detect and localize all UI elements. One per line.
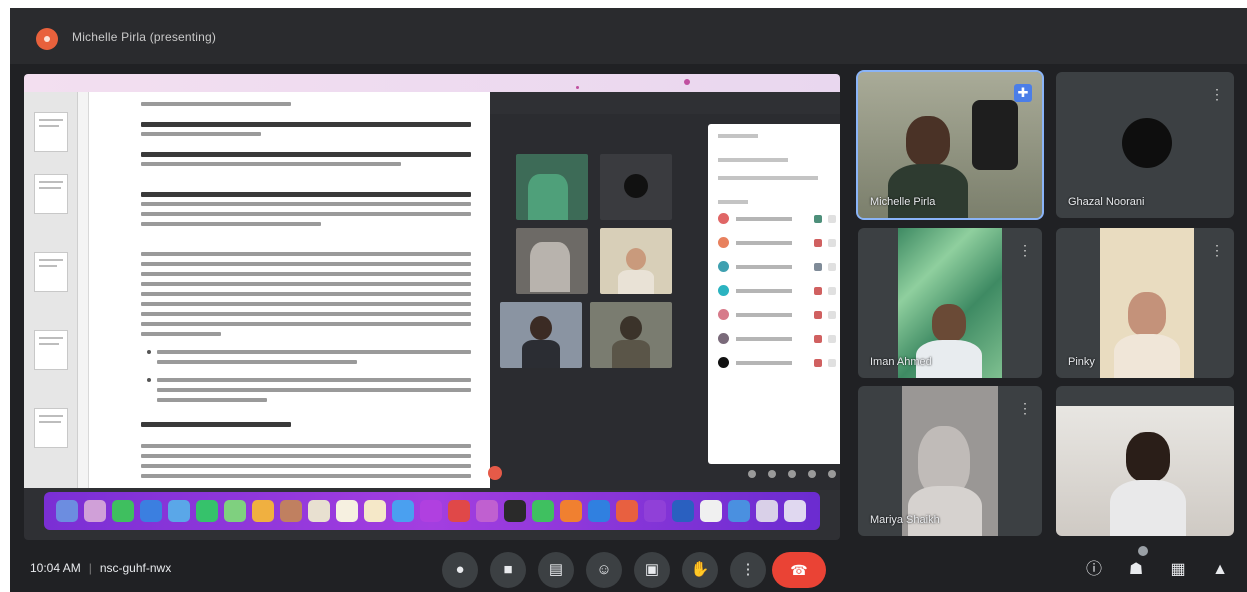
meeting-info: 10:04 AM | nsc-guhf-nwx — [30, 561, 171, 575]
emoji-icon[interactable]: ☺ — [586, 552, 622, 588]
shared-document — [24, 92, 490, 488]
raise-hand-icon[interactable]: ✋ — [682, 552, 718, 588]
separator: | — [88, 561, 92, 575]
dock-app-icon — [140, 500, 162, 522]
dock-app-icon — [196, 500, 218, 522]
dock-app-icon — [84, 500, 106, 522]
inner-participant-tile — [590, 302, 672, 368]
inner-participant-tile — [600, 154, 672, 220]
presenting-icon — [36, 28, 58, 50]
panel-participant-row — [718, 332, 840, 346]
panel-participant-row — [718, 284, 840, 298]
dock-app-icon — [168, 500, 190, 522]
record-icon — [488, 466, 502, 480]
participant-name: Iman Ahmed — [870, 356, 932, 368]
dock-app-icon — [420, 500, 442, 522]
panel-participant-row — [718, 236, 840, 250]
participant-tile[interactable]: ⋮ Ghazal Noorani — [1056, 72, 1234, 218]
inner-participant-tile — [600, 228, 672, 294]
panel-participant-row — [718, 308, 840, 322]
app-dock — [44, 492, 820, 530]
shared-meeting-view — [488, 114, 840, 490]
pinned-icon[interactable]: ✚ — [1014, 84, 1032, 102]
present-screen-icon[interactable]: ▣ — [634, 552, 670, 588]
panel-participant-row — [718, 212, 840, 226]
panel-participant-row — [718, 356, 840, 370]
participant-tile[interactable]: ⋮ Pinky — [1056, 228, 1234, 378]
dock-app-icon — [560, 500, 582, 522]
top-bar: Michelle Pirla (presenting) — [10, 8, 1247, 64]
page-thumbnail — [34, 408, 68, 448]
participant-name: Pinky — [1068, 356, 1095, 368]
dock-app-icon — [784, 500, 806, 522]
people-icon[interactable]: ☗ — [1122, 556, 1150, 584]
inner-controls — [708, 466, 840, 484]
page-thumbnail — [34, 330, 68, 370]
more-options-icon[interactable]: ⋮ — [730, 552, 766, 588]
people-count-badge — [1138, 546, 1148, 556]
page-thumbnail — [34, 174, 68, 214]
camera-icon[interactable]: ■ — [490, 552, 526, 588]
meeting-window: Michelle Pirla (presenting) ✚ Michelle P… — [10, 8, 1247, 592]
leave-call-button[interactable]: ☎ — [772, 552, 826, 588]
dock-app-icon — [728, 500, 750, 522]
participant-tile[interactable]: ✚ Michelle Pirla — [858, 72, 1042, 218]
dock-app-icon — [504, 500, 526, 522]
dock-app-icon — [280, 500, 302, 522]
dock-app-icon — [392, 500, 414, 522]
inner-participant-tile — [516, 154, 588, 220]
bottom-bar: 10:04 AM | nsc-guhf-nwx ● ■ ▤ ☺ ▣ ✋ ⋮ ☎ ⓘ … — [10, 546, 1247, 592]
document-page — [88, 92, 490, 488]
inner-participant-tile — [516, 228, 588, 294]
presenter-label: Michelle Pirla (presenting) — [72, 30, 217, 44]
dock-app-icon — [448, 500, 470, 522]
shared-browser-bar — [24, 74, 840, 92]
panel-participant-row — [718, 260, 840, 274]
dock-app-icon — [616, 500, 638, 522]
dock-app-icon — [756, 500, 778, 522]
info-icon[interactable]: ⓘ — [1080, 556, 1108, 584]
participant-tile[interactable]: ⋮ Iman Ahmed — [858, 228, 1042, 378]
dock-app-icon — [308, 500, 330, 522]
dock-app-icon — [700, 500, 722, 522]
more-options-icon[interactable]: ⋮ — [1210, 240, 1224, 260]
participant-name: Mariya Shaikh — [870, 514, 940, 526]
clock-time: 10:04 AM — [30, 561, 81, 575]
dock-app-icon — [336, 500, 358, 522]
dock-app-icon — [112, 500, 134, 522]
activities-icon[interactable]: ▲ — [1206, 556, 1234, 584]
dock-app-icon — [56, 500, 78, 522]
participant-name: Ghazal Noorani — [1068, 196, 1145, 208]
page-thumbnail — [34, 112, 68, 152]
dock-app-icon — [588, 500, 610, 522]
participant-tile[interactable]: ⋮ Mariya Shaikh — [858, 386, 1042, 536]
dock-app-icon — [672, 500, 694, 522]
microphone-icon[interactable]: ● — [442, 552, 478, 588]
more-options-icon[interactable]: ⋮ — [1018, 240, 1032, 260]
dock-app-icon — [476, 500, 498, 522]
dock-app-icon — [224, 500, 246, 522]
dock-app-icon — [364, 500, 386, 522]
shared-screen[interactable] — [24, 74, 840, 540]
participant-name: Michelle Pirla — [870, 196, 936, 208]
meeting-code: nsc-guhf-nwx — [99, 561, 172, 575]
participant-tile[interactable] — [1056, 386, 1234, 536]
dock-app-icon — [252, 500, 274, 522]
more-options-icon[interactable]: ⋮ — [1018, 398, 1032, 418]
more-options-icon[interactable]: ⋮ — [1210, 84, 1224, 104]
dock-app-icon — [644, 500, 666, 522]
page-thumbnail — [34, 252, 68, 292]
page-thumbnails — [24, 92, 78, 488]
inner-participant-tile — [500, 302, 582, 368]
captions-icon[interactable]: ▤ — [538, 552, 574, 588]
dock-app-icon — [532, 500, 554, 522]
chat-icon[interactable]: ▦ — [1164, 556, 1192, 584]
participants-panel — [708, 124, 840, 464]
